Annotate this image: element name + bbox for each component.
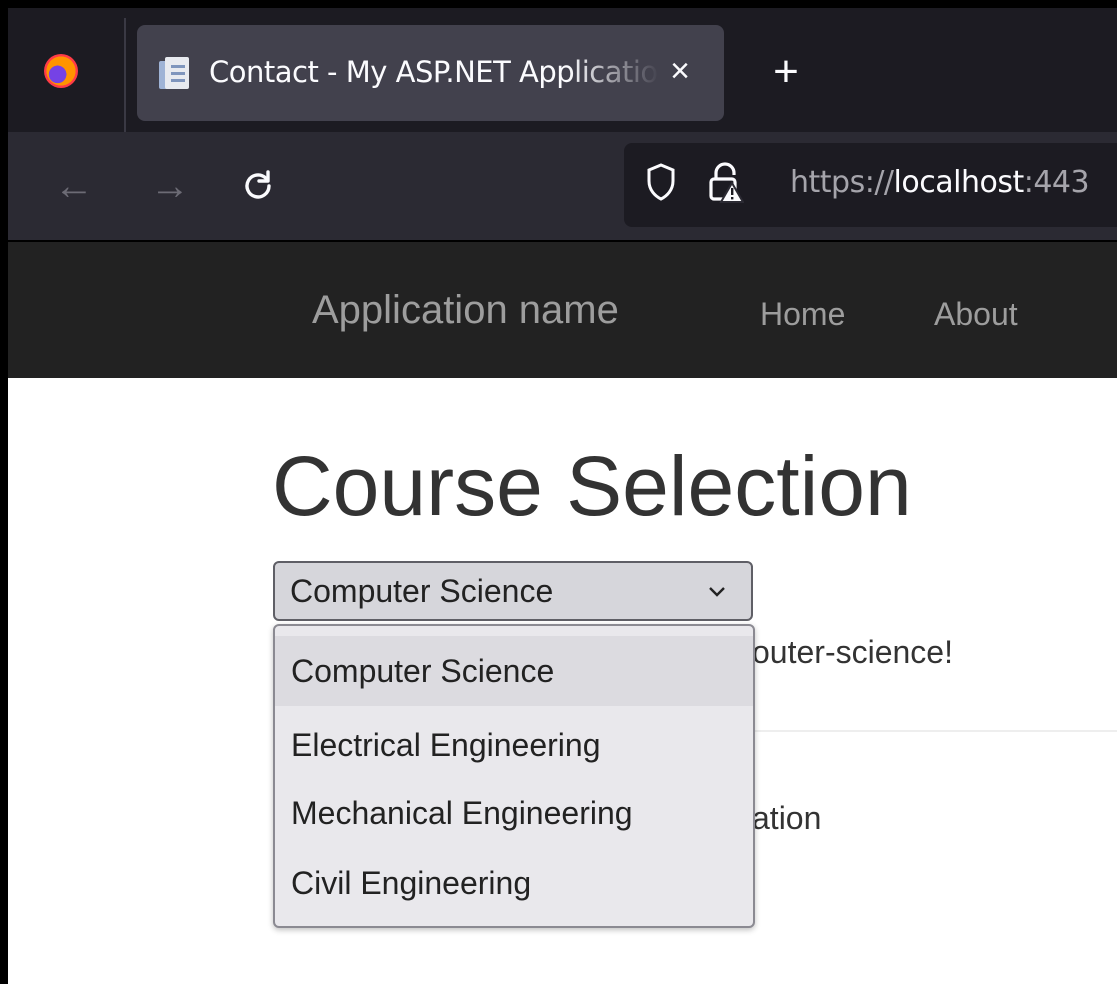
tab-strip: Contact - My ASP.NET Application × + — [8, 8, 1117, 132]
nav-link-home[interactable]: Home — [760, 296, 845, 333]
course-option-computer-science[interactable]: Computer Science — [275, 636, 753, 706]
firefox-logo-icon[interactable] — [44, 54, 78, 88]
browser-tab-active[interactable]: Contact - My ASP.NET Application × — [137, 25, 724, 121]
chevron-down-icon — [709, 587, 725, 597]
course-option-mechanical-engineering[interactable]: Mechanical Engineering — [275, 778, 753, 848]
browser-window: Contact - My ASP.NET Application × + ← → — [8, 8, 1117, 984]
back-button[interactable]: ← — [52, 162, 96, 210]
forward-button[interactable]: → — [148, 162, 192, 210]
course-select-value: Computer Science — [290, 573, 554, 609]
insecure-lock-icon[interactable] — [708, 161, 744, 203]
site-navbar: Application name Home About — [8, 240, 1117, 378]
url-host: localhost — [893, 165, 1025, 200]
nav-link-about[interactable]: About — [934, 296, 1018, 333]
brand-link[interactable]: Application name — [312, 288, 619, 333]
course-dropdown-list[interactable]: Computer Science Electrical Engineering … — [273, 624, 755, 928]
url-text[interactable]: https://localhost:443 — [790, 165, 1090, 200]
tab-title: Contact - My ASP.NET Application — [209, 55, 659, 89]
shield-icon[interactable] — [646, 163, 676, 201]
reload-button[interactable] — [236, 162, 280, 210]
new-tab-button[interactable]: + — [766, 50, 806, 94]
reload-icon — [245, 170, 271, 199]
url-port: :443 — [1023, 165, 1090, 200]
url-bar[interactable]: https://localhost:443 — [624, 143, 1117, 227]
footer-text: ation — [752, 800, 822, 836]
page-title: Course Selection — [272, 439, 912, 533]
url-scheme: https:// — [790, 165, 894, 200]
browser-toolbar: ← → https://localhost:443 — [8, 132, 1117, 240]
tab-close-icon[interactable]: × — [665, 51, 695, 91]
course-option-civil-engineering[interactable]: Civil Engineering — [275, 848, 753, 918]
course-select[interactable]: Computer Science — [273, 561, 753, 621]
page-favicon-icon — [159, 57, 189, 89]
tab-separator — [124, 18, 126, 132]
course-message-text: outer-science! — [752, 634, 953, 670]
course-option-electrical-engineering[interactable]: Electrical Engineering — [275, 710, 753, 780]
